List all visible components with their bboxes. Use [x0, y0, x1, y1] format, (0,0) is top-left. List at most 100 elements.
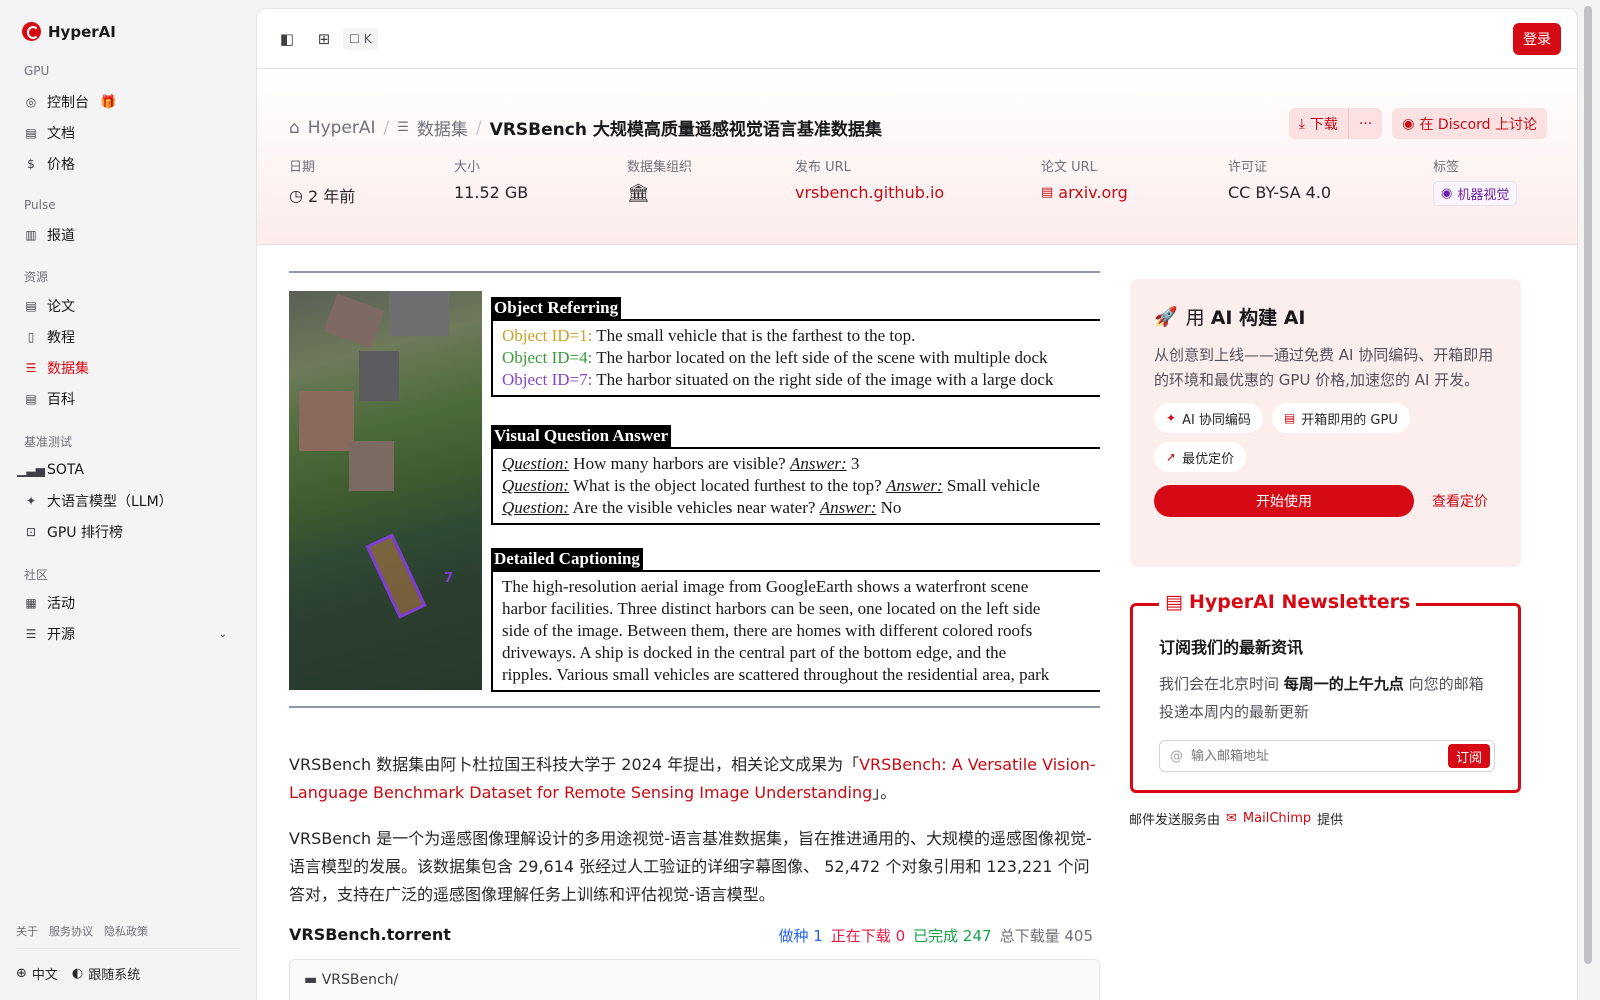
sidebar-item-gpu-rank[interactable]: ⊡ GPU 排行榜 [16, 518, 239, 546]
language-label: 中文 [31, 968, 58, 983]
sidebar-item-pricing[interactable]: $ 价格 [16, 150, 239, 178]
scrollbar[interactable] [1578, 0, 1600, 1000]
meta-label: 标签 [1433, 160, 1460, 175]
more-button[interactable]: ··· [1347, 108, 1383, 139]
description-paragraph: VRSBench 是一个为遥感图像理解设计的多用途视觉-语言基准数据集，旨在推进… [289, 829, 1092, 904]
answer-label: Answer: [789, 454, 847, 473]
sidebar-item-opensource[interactable]: ☰ 开源 ⌄ [16, 620, 239, 648]
calendar-icon: ▦ [25, 596, 37, 610]
sidebar-item-docs[interactable]: ▤ 文档 [16, 119, 239, 147]
meta-license: 许可证 CC BY-SA 4.0 [1228, 156, 1331, 202]
sidebar-item-label: 教程 [47, 330, 75, 346]
object-id: Object ID=7: [502, 370, 593, 389]
sidebar-item-label: 论文 [47, 299, 75, 315]
section-label-community: 社区 [24, 568, 49, 582]
sidebar-item-label: 百科 [47, 392, 75, 408]
sidebar-item-tutorials[interactable]: ▯ 教程 [16, 323, 239, 351]
caption-line: harbor facilities. Three distinct harbor… [502, 599, 1041, 618]
sidebar-toggle-icon[interactable]: ◧ [277, 29, 297, 49]
brand-logo[interactable]: HyperAI [22, 22, 116, 41]
ai-card-title: 🚀 用 AI 构建 AI [1154, 303, 1497, 330]
tag-label: 机器视觉 [1457, 188, 1510, 203]
sidebar-item-console[interactable]: ◎ 控制台 🎁 [16, 88, 239, 116]
subscribe-button[interactable]: 订阅 [1447, 744, 1490, 768]
seed-stat: 做种 1 [778, 927, 823, 945]
view-pricing-link[interactable]: 查看定价 [1432, 491, 1488, 511]
discord-button[interactable]: ◉ 在 Discord 上讨论 [1392, 108, 1547, 139]
footer-link-terms[interactable]: 服务协议 [49, 923, 93, 939]
paper-url-link[interactable]: arxiv.org [1058, 183, 1127, 202]
tag-chip[interactable]: ◉ 机器视觉 [1433, 181, 1518, 206]
book-icon: ▤ [25, 126, 37, 140]
sidebar-item-label: 文档 [47, 126, 75, 142]
description-text: VRSBench 数据集由阿卜杜拉国王科技大学于 2024 年提出，相关论文成果… [289, 755, 860, 774]
paper-icon: ▤ [25, 299, 37, 313]
feature-chip: ➚ 最优定价 [1154, 442, 1247, 472]
mailchimp-link[interactable]: ✉ MailChimp [1226, 811, 1311, 826]
sidebar-item-datasets[interactable]: ☰ 数据集 [16, 354, 239, 382]
shortcut-key: K [363, 32, 372, 46]
bar-chart-icon: ▁▃▅ [17, 463, 45, 477]
roof-shape [389, 291, 449, 336]
question-label: Question: [502, 476, 570, 495]
meta-org: 数据集组织 🏛 [627, 156, 692, 204]
dataset-header: ⌂ HyperAI / ☰ 数据集 / VRSBench 大规模高质量遥感视觉语… [257, 70, 1577, 245]
section-label-pulse: Pulse [24, 198, 56, 212]
caption-line: side of the image. Between them, there a… [502, 621, 1033, 640]
apps-icon[interactable]: ⊞ [314, 29, 334, 49]
theme-switch[interactable]: ◐ 跟随系统 [72, 964, 140, 983]
section-label-benchmark: 基准测试 [24, 435, 73, 449]
institution-icon[interactable]: 🏛 [627, 183, 650, 204]
description-text: 」。 [872, 783, 897, 802]
newsletter-title-text: HyperAI Newsletters [1188, 591, 1411, 613]
chip-label: 最优定价 [1182, 451, 1235, 467]
question-text: What is the object located furthest to t… [569, 476, 886, 495]
title-prefix: 用 [1185, 307, 1211, 329]
section-label-gpu: GPU [24, 64, 50, 78]
language-switch[interactable]: ⊕ 中文 [16, 964, 58, 983]
brand-name: HyperAI [48, 22, 116, 41]
scrollbar-thumb[interactable] [1584, 6, 1592, 964]
meta-label: 许可证 [1228, 160, 1268, 175]
figure-section-vqa: Visual Question Answer Question: How man… [491, 425, 1100, 525]
dollar-icon: $ [27, 157, 35, 171]
sidebar-item-llm[interactable]: ✦ 大语言模型（LLM） [16, 487, 239, 515]
sidebar-item-reports[interactable]: ▥ 报道 [16, 221, 239, 249]
mail-icon: ✉ [1226, 811, 1237, 826]
login-button[interactable]: 登录 [1513, 23, 1561, 55]
title-bold: AI 构建 AI [1210, 307, 1306, 329]
command-shortcut[interactable]: ☐ K [343, 28, 378, 50]
download-icon: ⤓ [1298, 115, 1305, 132]
sidebar-item-wiki[interactable]: ▤ 百科 [16, 385, 239, 413]
feature-chips: ✦ AI 协同编码 ▤ 开箱即用的 GPU ➚ 最优定价 [1154, 403, 1497, 472]
bounding-box [365, 533, 427, 619]
start-button[interactable]: 开始使用 [1154, 485, 1414, 517]
sidebar-item-label: 报道 [47, 228, 75, 244]
download-label: 下载 [1309, 116, 1338, 133]
footer-link-about[interactable]: 关于 [16, 923, 38, 939]
folder-name[interactable]: VRSBench/ [322, 972, 399, 988]
breadcrumb-section[interactable]: 数据集 [417, 115, 468, 140]
release-url-link[interactable]: vrsbench.github.io [795, 183, 944, 202]
breadcrumb-separator: / [475, 117, 482, 138]
email-input[interactable] [1191, 748, 1440, 764]
command-icon: ☐ [349, 32, 360, 46]
meta-paper-url: 论文 URL ▤ arxiv.org [1041, 156, 1128, 202]
caption-line: driveways. A ship is docked in the centr… [502, 643, 1007, 662]
download-button[interactable]: ⤓ 下载 [1288, 108, 1348, 139]
sidebar-item-papers[interactable]: ▤ 论文 [16, 292, 239, 320]
folder-icon: ▬ [304, 972, 318, 988]
meta-value: CC BY-SA 4.0 [1228, 183, 1332, 202]
footer-link-privacy[interactable]: 隐私政策 [104, 923, 148, 939]
breadcrumb-home[interactable]: HyperAI [308, 118, 376, 138]
object-text: The small vehicle that is the farthest t… [592, 326, 916, 345]
question-text: Are the visible vehicles near water? [569, 498, 820, 517]
footer-links: 关于 服务协议 隐私政策 [16, 923, 148, 939]
sidebar-item-events[interactable]: ▦ 活动 [16, 589, 239, 617]
header-actions: ⤓ 下载 ··· ◉ 在 Discord 上讨论 [1288, 108, 1547, 139]
sidebar-item-sota[interactable]: ▁▃▅ SOTA [16, 456, 239, 484]
dataset-figure: 7 Object Referring Object ID=1: The smal… [289, 271, 1100, 708]
newsletter-title: ▤ HyperAI Newsletters [1159, 591, 1417, 613]
desc-text: 我们会在北京时间 [1159, 675, 1284, 693]
ai-card-description: 从创意到上线——通过免费 AI 协同编码、开箱即用的环境和最优惠的 GPU 价格… [1154, 346, 1494, 389]
